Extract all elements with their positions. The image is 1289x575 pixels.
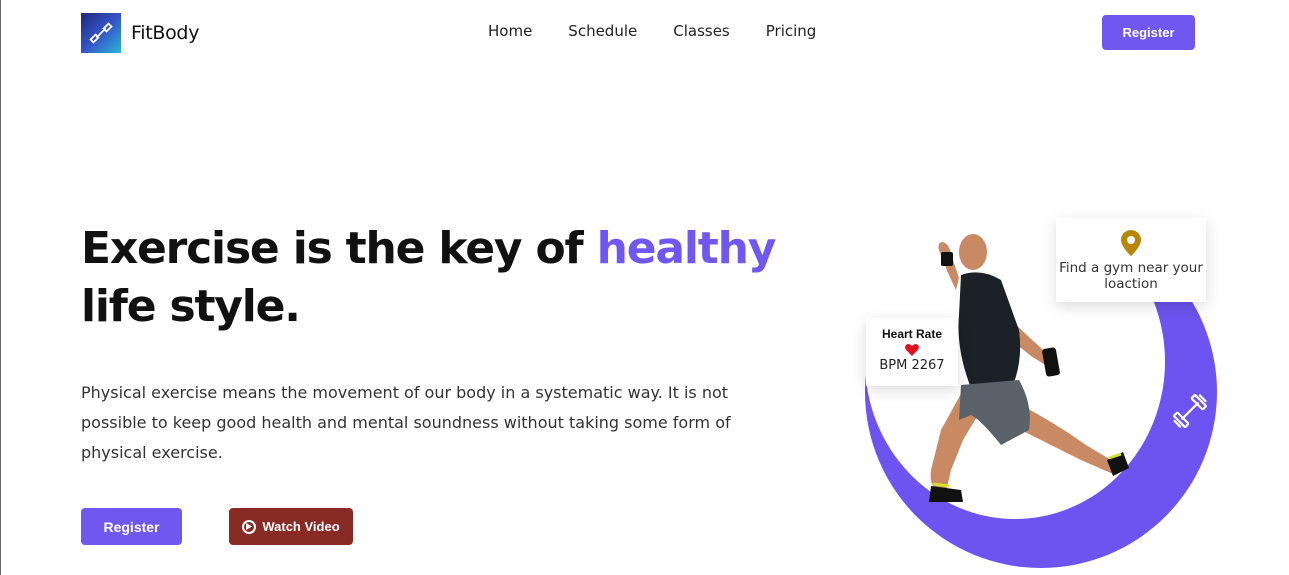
hero-title: Exercise is the key of healthy life styl… xyxy=(81,220,781,336)
hero-description: Physical exercise means the movement of … xyxy=(81,383,731,462)
hero-title-part2: life style. xyxy=(81,281,301,332)
heart-rate-title: Heart Rate xyxy=(881,327,943,341)
navbar: FitBody Home Schedule Classes Pricing Re… xyxy=(1,0,1289,66)
nav-schedule[interactable]: Schedule xyxy=(568,22,637,40)
location-pin-icon xyxy=(1121,230,1141,256)
nav-pricing[interactable]: Pricing xyxy=(766,22,817,40)
main-nav: Home Schedule Classes Pricing xyxy=(488,22,852,40)
brand-name: FitBody xyxy=(131,22,200,44)
nav-home[interactable]: Home xyxy=(488,22,532,40)
brand-logo[interactable]: FitBody xyxy=(81,13,199,53)
hero-register-button[interactable]: Register xyxy=(81,508,182,545)
hero-visual: Find a gym near your loaction Heart Rate… xyxy=(821,204,1241,575)
heart-rate-value: BPM 2267 xyxy=(879,358,945,373)
hero-title-part1: Exercise is the key of xyxy=(81,223,597,274)
find-gym-text: Find a gym near your loaction xyxy=(1059,260,1203,292)
play-icon xyxy=(242,519,257,534)
dumbbell-icon xyxy=(1173,394,1207,428)
watch-video-label: Watch Video xyxy=(262,519,340,534)
watch-video-button[interactable]: Watch Video xyxy=(229,508,353,545)
nav-register-button[interactable]: Register xyxy=(1102,15,1195,50)
heart-rate-card: Heart Rate BPM 2267 xyxy=(866,318,958,386)
find-gym-card[interactable]: Find a gym near your loaction xyxy=(1056,218,1206,302)
hero-title-accent: healthy xyxy=(596,223,777,274)
nav-classes[interactable]: Classes xyxy=(673,22,730,40)
heart-icon xyxy=(905,343,919,356)
dumbbell-icon xyxy=(81,13,121,53)
